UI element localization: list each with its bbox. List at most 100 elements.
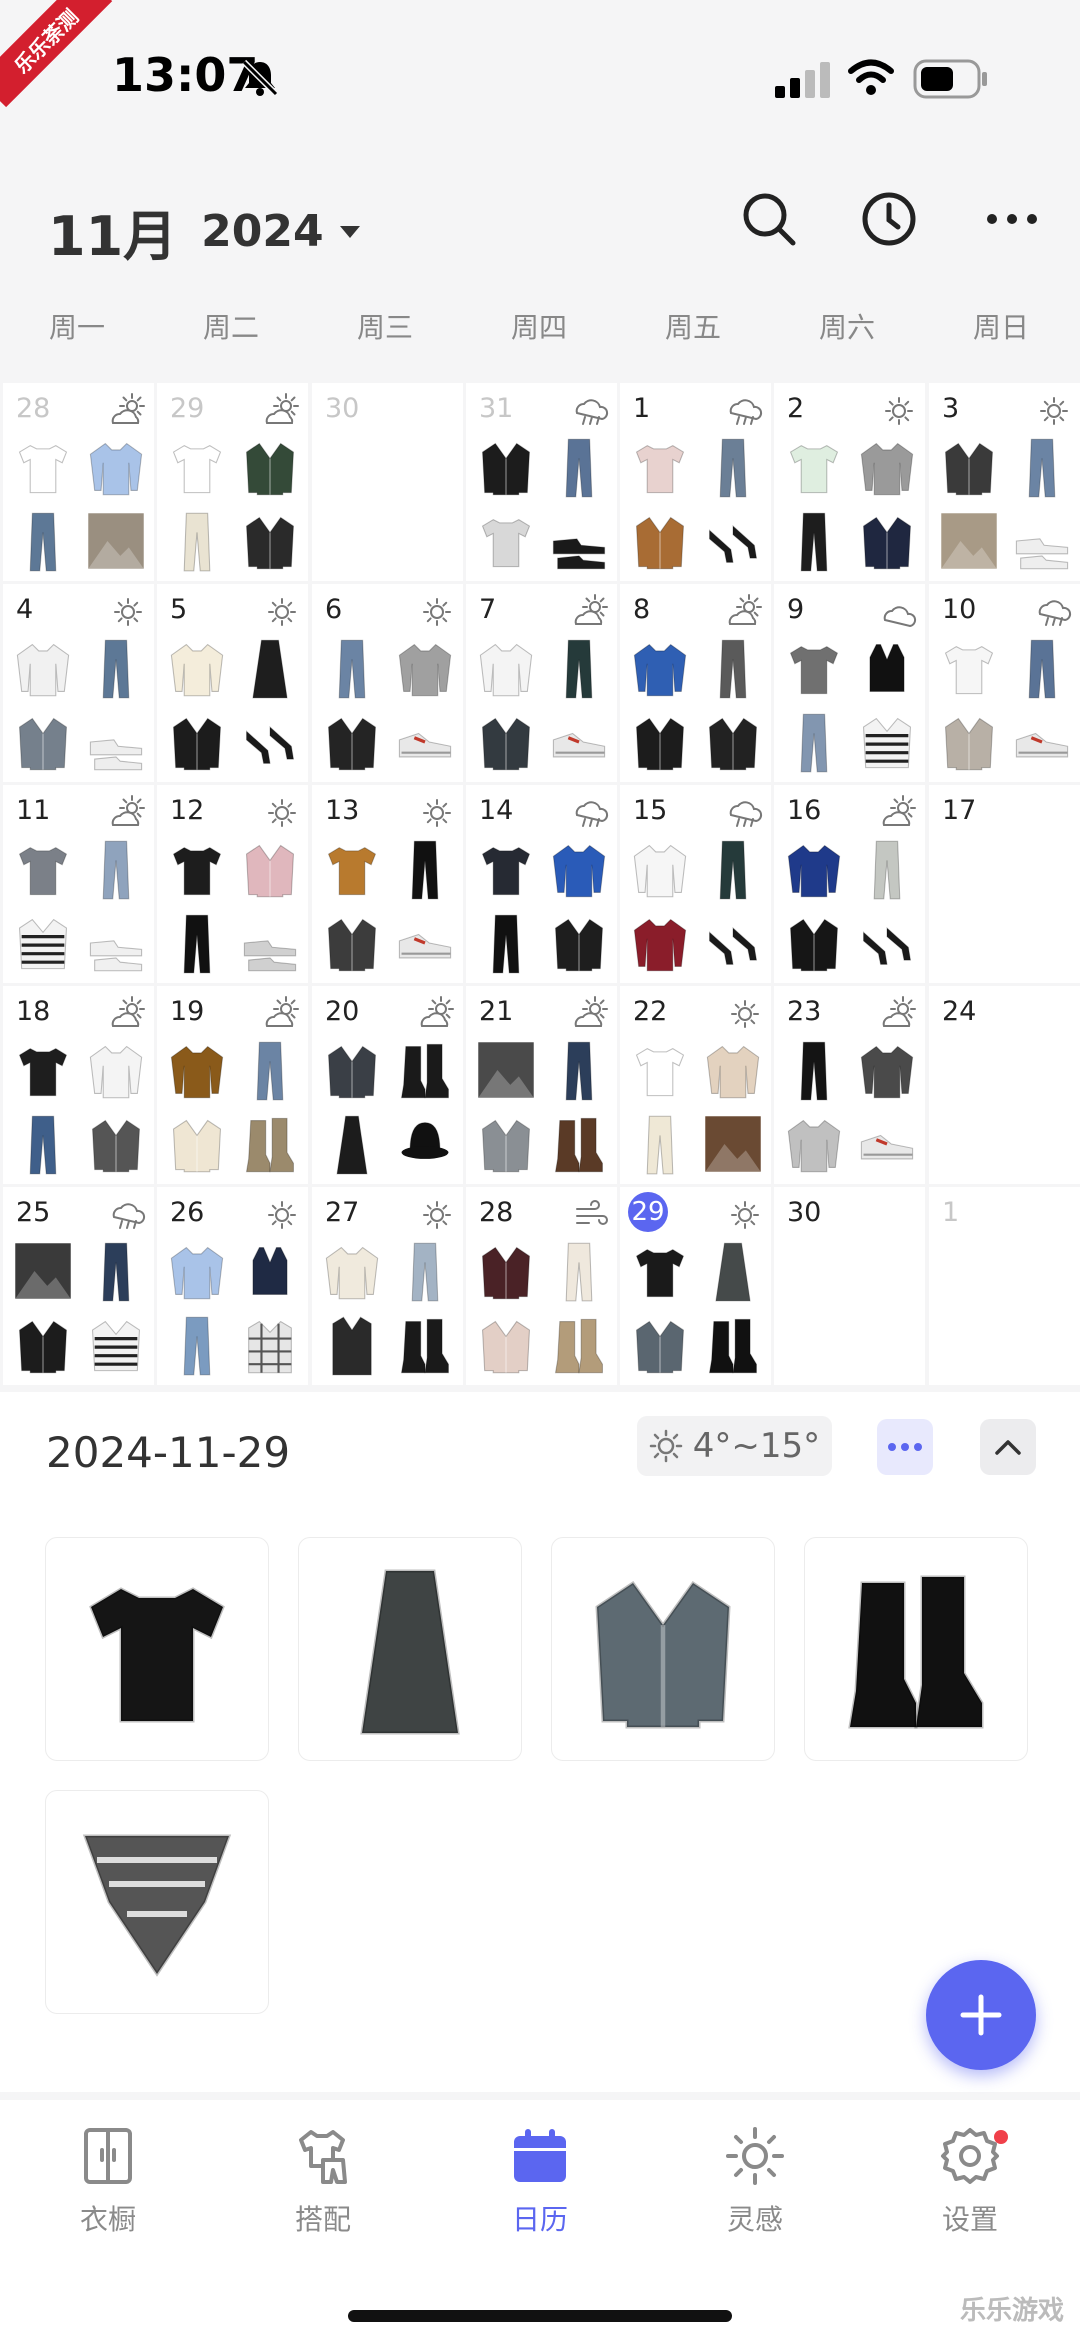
calendar-day[interactable]: 8 xyxy=(620,584,771,782)
day-more-button[interactable] xyxy=(877,1419,933,1475)
calendar-day[interactable]: 29 xyxy=(157,383,308,581)
day-detail-panel: 2024-11-29 4°~15° xyxy=(0,1392,1080,2092)
outfit-thumbnails xyxy=(472,433,612,575)
clothing-thumb xyxy=(699,507,766,575)
calendar-day[interactable]: 7 xyxy=(466,584,617,782)
outfit-thumbnails xyxy=(163,1036,303,1178)
calendar-day[interactable]: 27 xyxy=(312,1187,463,1385)
calendar-day[interactable]: 19 xyxy=(157,986,308,1184)
clothing-thumb xyxy=(699,634,766,702)
calendar-day[interactable]: 30 xyxy=(774,1187,925,1385)
clothing-thumb xyxy=(1008,634,1075,702)
calendar-day[interactable]: 1 xyxy=(929,1187,1080,1385)
clothing-thumb xyxy=(853,433,920,501)
tab-label: 衣橱 xyxy=(79,2203,136,2236)
sun-icon xyxy=(114,598,142,626)
day-number: 22 xyxy=(633,996,668,1027)
tab-outfits[interactable]: 搭配 xyxy=(243,2126,403,2238)
weekday-label: 周三 xyxy=(356,311,413,344)
clothing-thumb xyxy=(163,634,230,702)
calendar-day[interactable]: 13 xyxy=(312,785,463,983)
calendar-day[interactable]: 31 xyxy=(466,383,617,581)
clothing-thumb xyxy=(1008,708,1075,776)
calendar-day[interactable]: 22 xyxy=(620,986,771,1184)
calendar-day[interactable]: 18 xyxy=(3,986,154,1184)
more-icon[interactable] xyxy=(984,190,1040,248)
calendar-day[interactable]: 6 xyxy=(312,584,463,782)
clothing-thumb xyxy=(699,909,766,977)
calendar-day-today[interactable]: 29 xyxy=(620,1187,771,1385)
clothing-thumb xyxy=(236,433,303,501)
search-icon[interactable] xyxy=(740,190,798,248)
add-outfit-button[interactable] xyxy=(926,1960,1036,2070)
calendar-day[interactable]: 21 xyxy=(466,986,617,1184)
clothing-thumb xyxy=(780,909,847,977)
calendar-day[interactable]: 12 xyxy=(157,785,308,983)
day-number: 17 xyxy=(942,795,977,826)
calendar-day[interactable]: 14 xyxy=(466,785,617,983)
weather-chip[interactable]: 4°~15° xyxy=(637,1416,832,1476)
calendar-day[interactable]: 10 xyxy=(929,584,1080,782)
day-number: 19 xyxy=(170,996,205,1027)
item-card-ankle-boots[interactable] xyxy=(804,1537,1028,1761)
wind-icon xyxy=(576,1200,608,1225)
clothing-thumb xyxy=(163,1036,230,1104)
outfit-thumbnails xyxy=(163,433,303,575)
calendar-day[interactable]: 4 xyxy=(3,584,154,782)
clothing-thumb xyxy=(472,1311,539,1379)
tab-calendar[interactable]: 日历 xyxy=(460,2126,620,2238)
calendar-day[interactable]: 28 xyxy=(466,1187,617,1385)
history-clock-icon[interactable] xyxy=(860,190,918,248)
clothing-thumb xyxy=(9,1237,76,1305)
weekday-label: 周一 xyxy=(48,311,105,344)
collapse-button[interactable] xyxy=(980,1419,1036,1475)
weekday-label: 周五 xyxy=(664,311,721,344)
clothing-thumb xyxy=(545,1237,612,1305)
calendar-day[interactable]: 23 xyxy=(774,986,925,1184)
item-card-knit-shawl[interactable] xyxy=(45,1790,269,2014)
calendar-day[interactable]: 3 xyxy=(929,383,1080,581)
calendar-day[interactable]: 5 xyxy=(157,584,308,782)
day-number: 8 xyxy=(633,594,651,625)
item-card-camo-midi-skirt[interactable] xyxy=(298,1537,522,1761)
calendar-day[interactable]: 17 xyxy=(929,785,1080,983)
calendar-day[interactable]: 25 xyxy=(3,1187,154,1385)
calendar-day[interactable]: 1 xyxy=(620,383,771,581)
clothing-thumb xyxy=(9,1110,76,1178)
item-card-tweed-jacket[interactable] xyxy=(551,1537,775,1761)
clothing-thumb xyxy=(236,634,303,702)
rain-icon xyxy=(112,1203,146,1229)
tab-label: 灵感 xyxy=(726,2203,783,2236)
clothing-thumb xyxy=(780,507,847,575)
partly-cloudy-icon xyxy=(111,393,145,424)
outfit-thumbnails xyxy=(318,1237,458,1379)
calendar-day[interactable]: 9 xyxy=(774,584,925,782)
year-label: 2024 xyxy=(201,206,324,257)
month-year-picker[interactable]: 11月 2024 xyxy=(48,192,362,271)
clothing-thumb xyxy=(935,634,1002,702)
clothing-thumb xyxy=(935,433,1002,501)
calendar-day[interactable]: 2 xyxy=(774,383,925,581)
tab-wardrobe[interactable]: 衣橱 xyxy=(28,2126,188,2238)
calendar-day[interactable]: 11 xyxy=(3,785,154,983)
clothing-thumb xyxy=(318,909,385,977)
tab-inspiration[interactable]: 灵感 xyxy=(675,2126,835,2238)
clothing-thumb xyxy=(626,433,693,501)
item-card-turtleneck-sweater[interactable] xyxy=(45,1537,269,1761)
tab-settings[interactable]: 设置 xyxy=(890,2126,1050,2238)
calendar-day[interactable]: 20 xyxy=(312,986,463,1184)
tab-label: 设置 xyxy=(941,2203,998,2236)
clothing-thumb xyxy=(545,1036,612,1104)
calendar-day[interactable]: 15 xyxy=(620,785,771,983)
clothing-thumb xyxy=(853,909,920,977)
clothing-thumb xyxy=(236,1110,303,1178)
clothing-thumb xyxy=(626,1311,693,1379)
calendar-day[interactable]: 28 xyxy=(3,383,154,581)
calendar-day[interactable]: 26 xyxy=(157,1187,308,1385)
calendar-day[interactable]: 24 xyxy=(929,986,1080,1184)
clothing-thumb xyxy=(472,909,539,977)
clothing-thumb xyxy=(9,708,76,776)
calendar-day[interactable]: 16 xyxy=(774,785,925,983)
weekday-label: 周四 xyxy=(510,311,567,344)
calendar-day[interactable]: 30 xyxy=(312,383,463,581)
